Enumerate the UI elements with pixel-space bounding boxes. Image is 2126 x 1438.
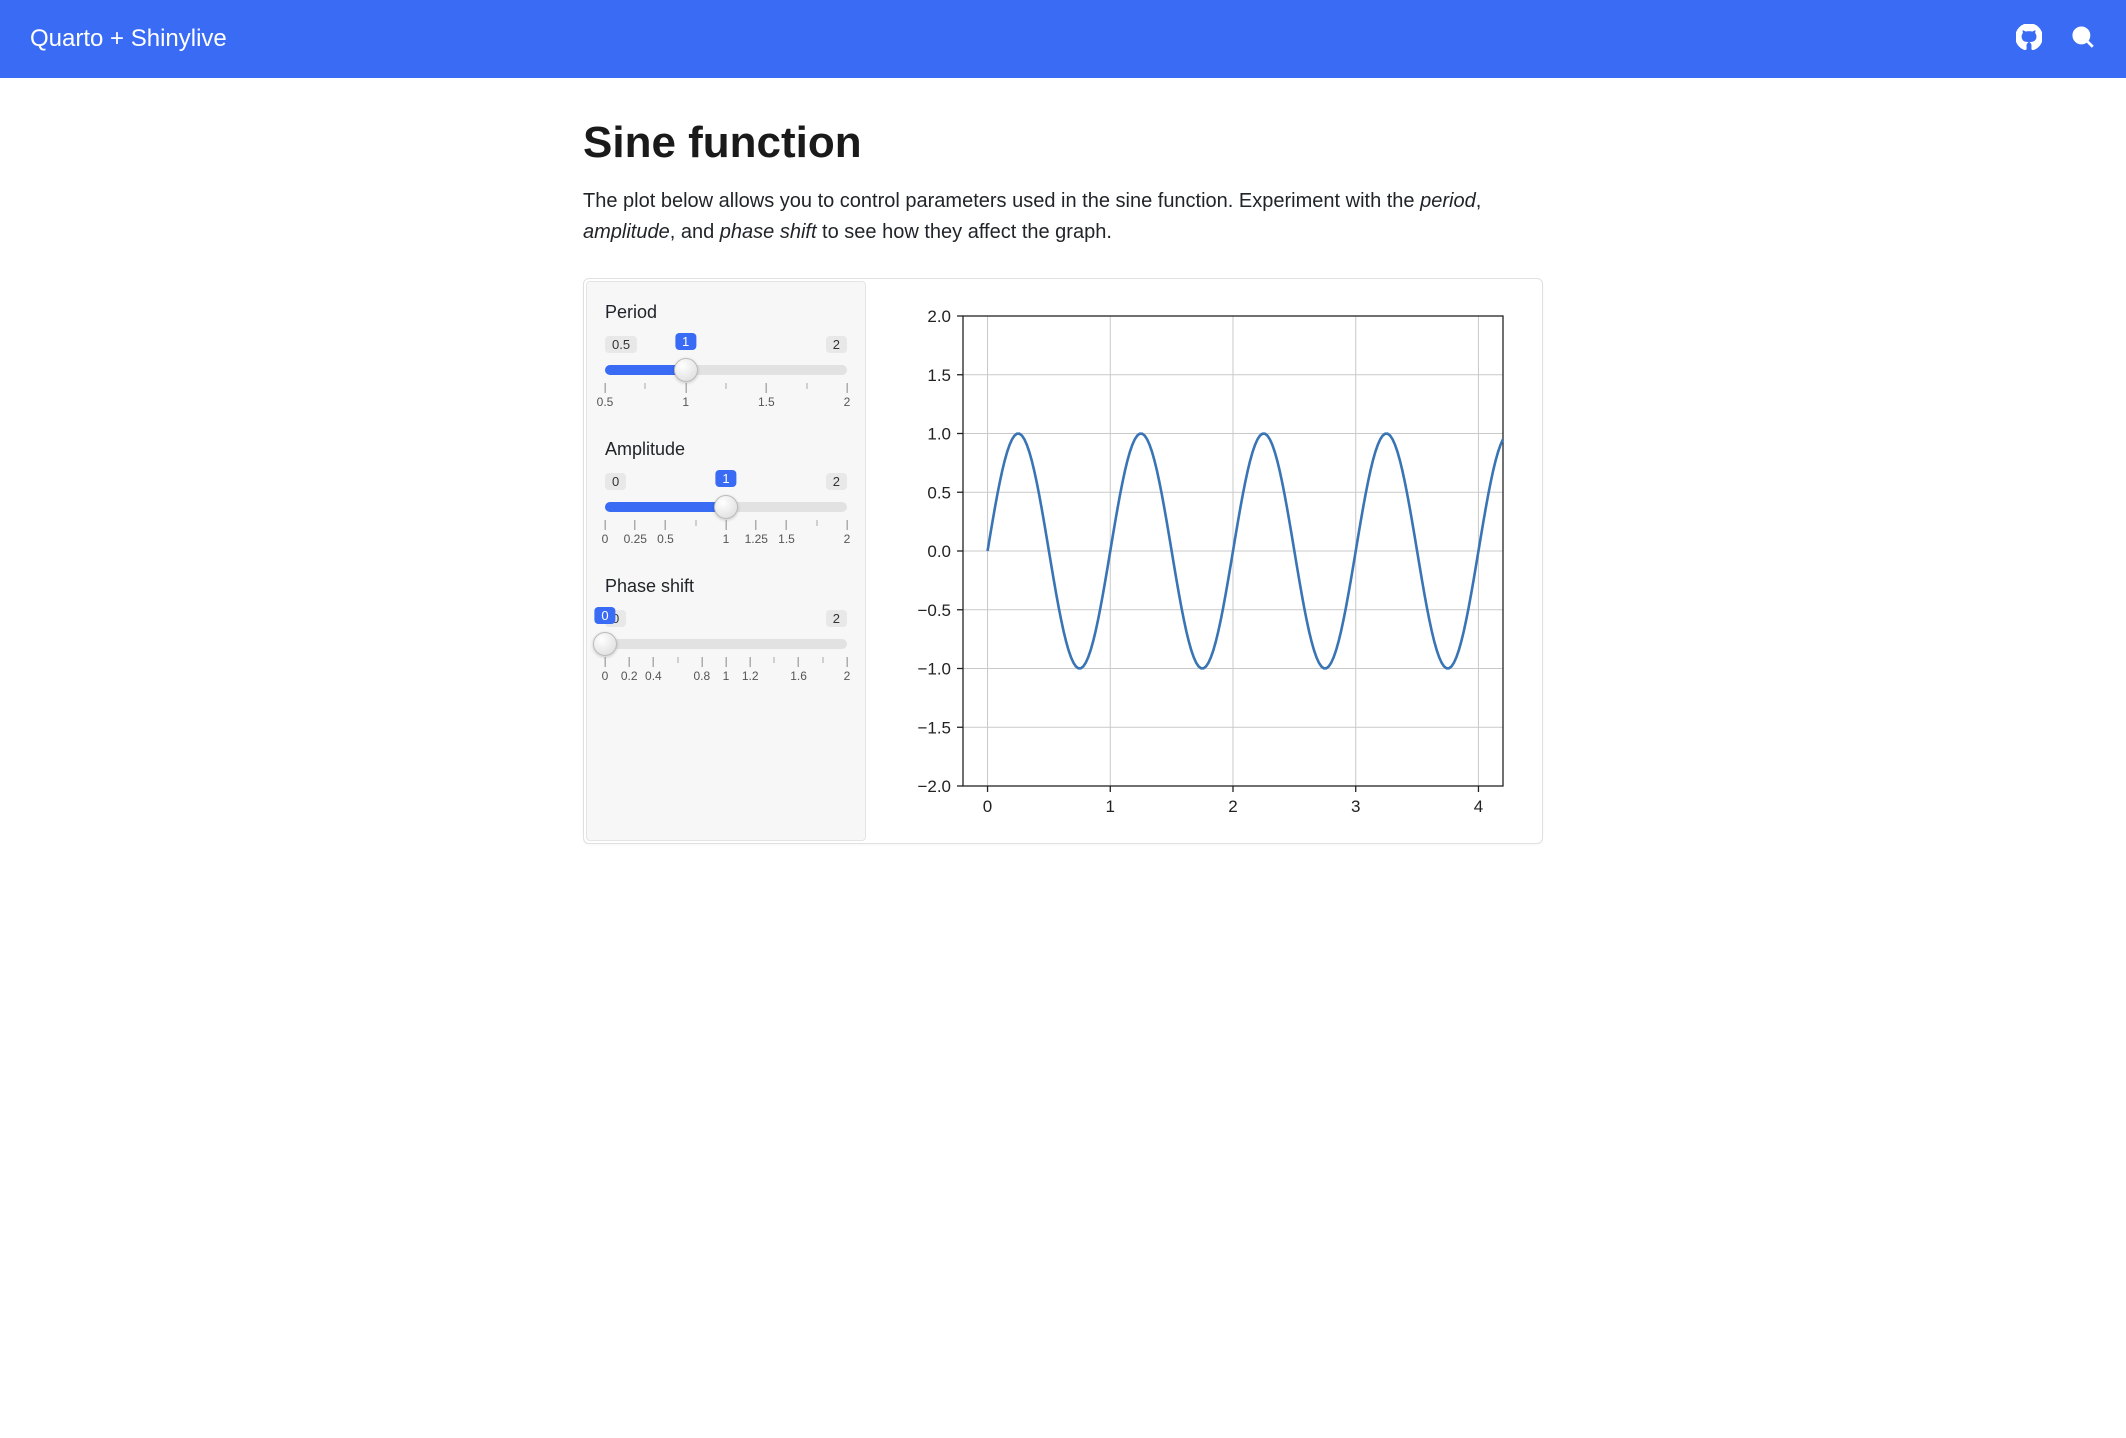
amplitude-thumb[interactable] bbox=[714, 495, 738, 519]
amplitude-limits: 0 1 2 bbox=[605, 470, 847, 492]
slider-tick bbox=[806, 383, 807, 389]
phase-thumb[interactable] bbox=[593, 632, 617, 656]
slider-tick: 1.25 bbox=[745, 520, 768, 546]
sine-chart: 0 1 2 3 4 −2.0 −1.5 −1.0 −0.5 0.0 0.5 1.0 1.5 2.0 bbox=[883, 301, 1523, 831]
period-label: Period bbox=[605, 302, 847, 323]
header: Quarto + Shinylive bbox=[0, 0, 2126, 78]
amplitude-ticks: 00.250.511.251.52 bbox=[605, 520, 847, 550]
period-thumb[interactable] bbox=[674, 358, 698, 382]
sidebar: Period 0.5 1 2 0.5 1 1.5 2 Amplitude 0 1 2 … bbox=[586, 281, 866, 841]
slider-tick: 0.2 bbox=[621, 657, 638, 683]
slider-tick bbox=[816, 520, 817, 526]
slider-tick bbox=[645, 383, 646, 389]
period-slider: Period 0.5 1 2 0.5 1 1.5 2 bbox=[605, 302, 847, 413]
phase-label: Phase shift bbox=[605, 576, 847, 597]
slider-tick bbox=[726, 383, 727, 389]
slider-tick bbox=[774, 657, 775, 663]
phase-track[interactable] bbox=[605, 633, 847, 655]
period-track[interactable] bbox=[605, 359, 847, 381]
svg-text:4: 4 bbox=[1474, 797, 1483, 816]
svg-text:−1.0: −1.0 bbox=[917, 660, 951, 679]
svg-text:1.0: 1.0 bbox=[927, 425, 951, 444]
slider-tick: 1.6 bbox=[790, 657, 807, 683]
amplitude-max: 2 bbox=[826, 473, 847, 490]
slider-tick: 0.25 bbox=[624, 520, 647, 546]
slider-tick: 2 bbox=[844, 657, 851, 683]
slider-tick: 0 bbox=[602, 520, 609, 546]
svg-text:−2.0: −2.0 bbox=[917, 777, 951, 796]
period-min: 0.5 bbox=[605, 336, 637, 353]
site-title[interactable]: Quarto + Shinylive bbox=[30, 25, 227, 53]
phase-limits: 0 0 2 bbox=[605, 607, 847, 629]
amplitude-slider: Amplitude 0 1 2 0 0.25 0.5 1 1.25 1.5 2 bbox=[605, 439, 847, 550]
amplitude-value: 1 bbox=[715, 470, 736, 487]
svg-text:1.5: 1.5 bbox=[927, 366, 951, 385]
phase-max: 2 bbox=[826, 610, 847, 627]
chart-panel: 0 1 2 3 4 −2.0 −1.5 −1.0 −0.5 0.0 0.5 1.0 1.5 2.0 bbox=[866, 281, 1540, 841]
phase-slider: Phase shift 0 0 2 0 0.2 0.4 0.8 1 1.2 1.6 2 bbox=[605, 576, 847, 687]
svg-text:2.0: 2.0 bbox=[927, 307, 951, 326]
svg-text:3: 3 bbox=[1351, 797, 1360, 816]
period-value: 1 bbox=[675, 333, 696, 350]
slider-tick: 0 bbox=[602, 657, 609, 683]
period-max: 2 bbox=[826, 336, 847, 353]
amplitude-track[interactable] bbox=[605, 496, 847, 518]
period-ticks: 0.511.52 bbox=[605, 383, 847, 413]
svg-text:2: 2 bbox=[1228, 797, 1237, 816]
slider-tick: 1 bbox=[723, 657, 730, 683]
slider-tick: 0.8 bbox=[693, 657, 710, 683]
github-icon[interactable] bbox=[2016, 24, 2042, 55]
slider-tick: 2 bbox=[844, 383, 851, 409]
slider-tick: 1.5 bbox=[758, 383, 775, 409]
slider-tick: 1.5 bbox=[778, 520, 795, 546]
slider-tick: 1 bbox=[682, 383, 689, 409]
app-card: Period 0.5 1 2 0.5 1 1.5 2 Amplitude 0 1 2 … bbox=[583, 278, 1543, 844]
svg-text:0.0: 0.0 bbox=[927, 542, 951, 561]
svg-text:1: 1 bbox=[1106, 797, 1115, 816]
slider-tick bbox=[822, 657, 823, 663]
svg-text:−0.5: −0.5 bbox=[917, 601, 951, 620]
header-icons bbox=[2016, 24, 2096, 55]
page-title: Sine function bbox=[583, 118, 1543, 168]
slider-tick bbox=[695, 520, 696, 526]
amplitude-label: Amplitude bbox=[605, 439, 847, 460]
phase-value: 0 bbox=[594, 607, 615, 624]
slider-tick: 0.5 bbox=[657, 520, 674, 546]
period-limits: 0.5 1 2 bbox=[605, 333, 847, 355]
phase-ticks: 00.20.40.811.21.62 bbox=[605, 657, 847, 687]
amplitude-min: 0 bbox=[605, 473, 626, 490]
svg-text:0.5: 0.5 bbox=[927, 483, 951, 502]
slider-tick: 2 bbox=[844, 520, 851, 546]
svg-text:−1.5: −1.5 bbox=[917, 718, 951, 737]
main-content: Sine function The plot below allows you … bbox=[563, 78, 1563, 904]
slider-tick: 1.2 bbox=[742, 657, 759, 683]
svg-text:0: 0 bbox=[983, 797, 992, 816]
slider-tick bbox=[677, 657, 678, 663]
intro-text: The plot below allows you to control par… bbox=[583, 186, 1543, 248]
search-icon[interactable] bbox=[2070, 24, 2096, 55]
slider-tick: 1 bbox=[723, 520, 730, 546]
slider-tick: 0.4 bbox=[645, 657, 662, 683]
slider-tick: 0.5 bbox=[597, 383, 614, 409]
